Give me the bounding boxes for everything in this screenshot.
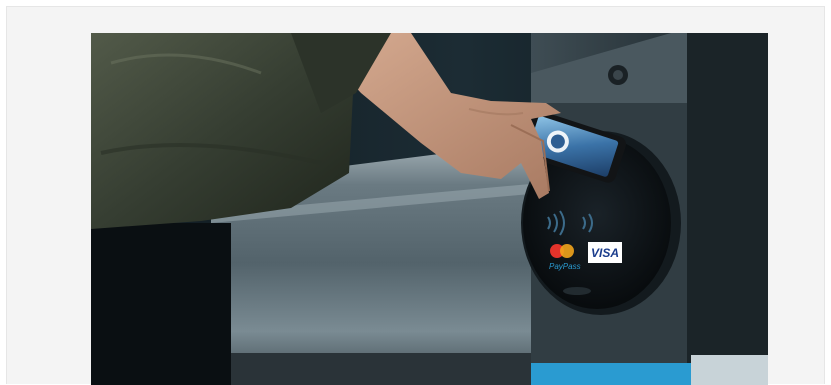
photo-illustration: PayPass VISA (91, 33, 768, 385)
vendor-logo (563, 287, 591, 295)
nfc-payment-photo: PayPass VISA (91, 33, 768, 385)
blue-base-strip (531, 363, 701, 385)
image-frame: PayPass VISA (6, 6, 825, 385)
paypass-label: PayPass (549, 262, 581, 271)
visa-label: VISA (591, 246, 619, 260)
